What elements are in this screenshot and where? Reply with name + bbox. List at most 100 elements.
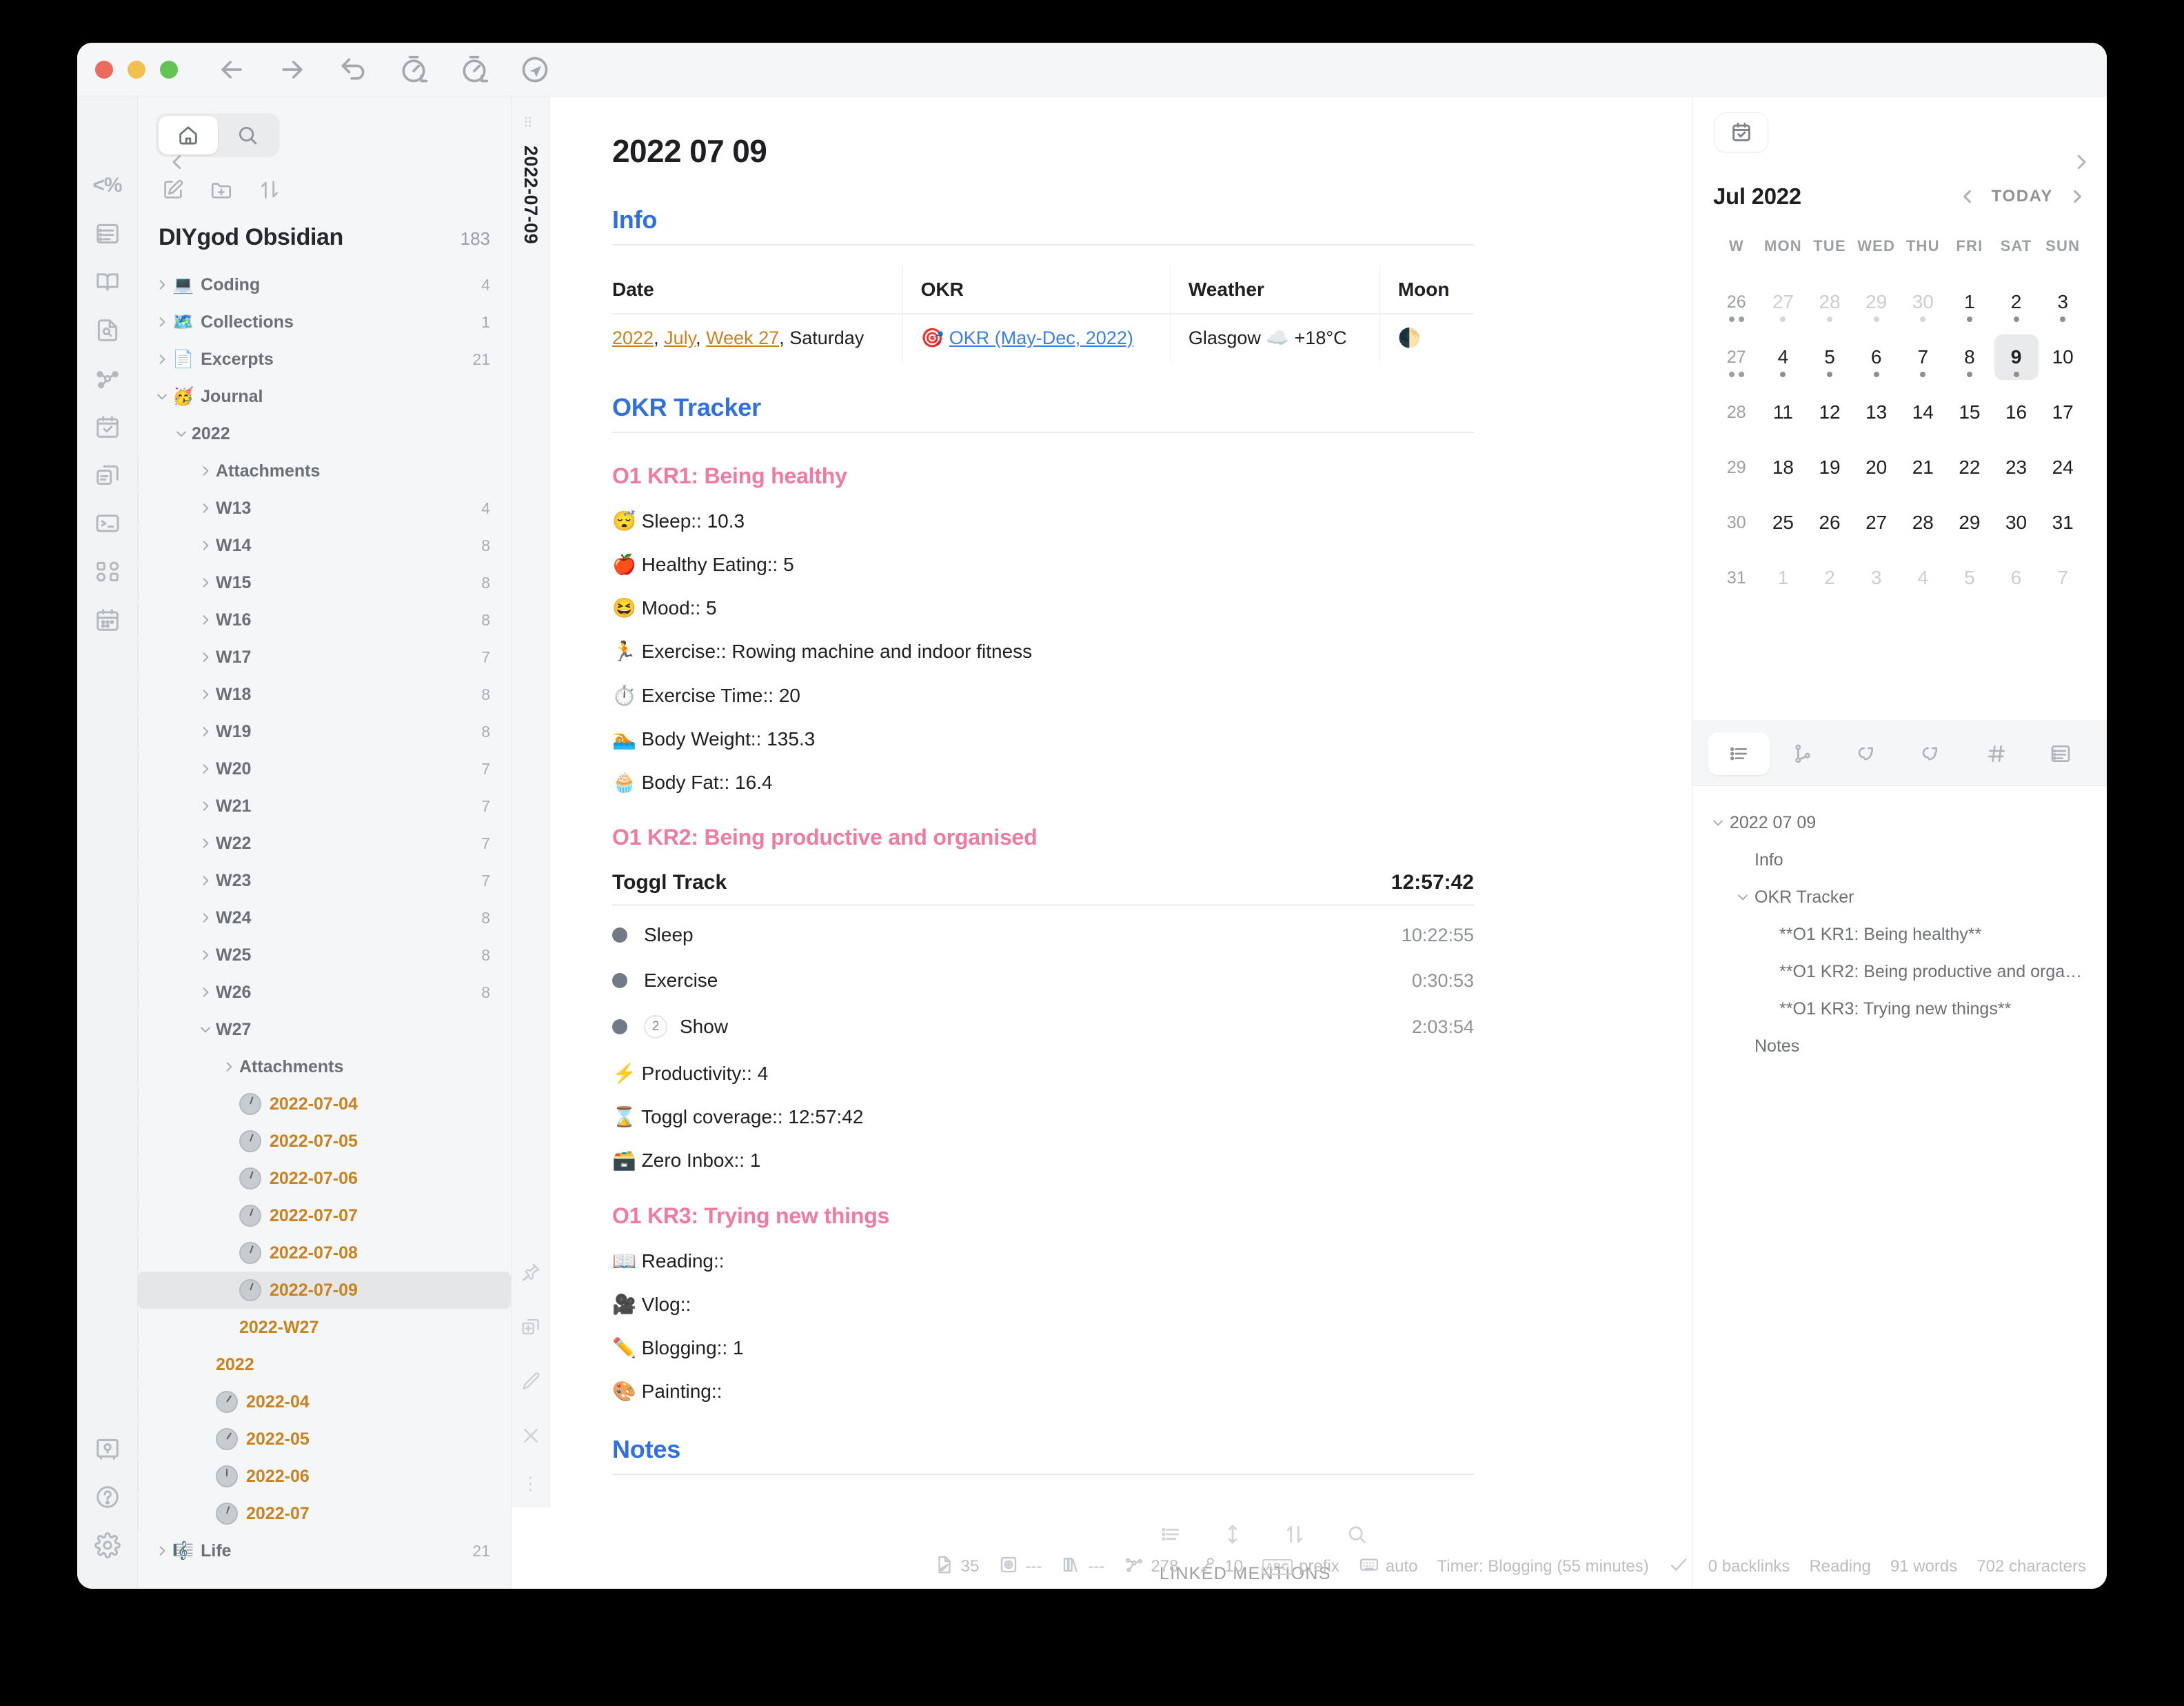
copy-panes-icon[interactable] [83, 451, 132, 499]
calendar-day[interactable]: 1 [1760, 550, 1807, 605]
tree-folder-attachments[interactable]: Attachments [138, 452, 511, 490]
timer-edit-a-icon[interactable] [396, 52, 432, 88]
calendar-day[interactable]: 28 [1900, 495, 1947, 550]
document-scroll-area[interactable]: 2022 07 09 Info Date OKR Weather Moon 20… [550, 97, 1692, 1507]
tree-folder-w17[interactable]: W17 7 [138, 639, 511, 676]
navigate-circle-icon[interactable] [517, 52, 553, 88]
chevron-right-icon[interactable] [195, 985, 216, 999]
calendar-day[interactable]: 2 [1806, 550, 1853, 605]
tree-folder-w13[interactable]: W13 4 [138, 490, 511, 527]
calendar-day[interactable]: 14 [1900, 385, 1947, 440]
chevron-down-icon[interactable] [152, 390, 172, 403]
tags-icon[interactable] [1965, 732, 2028, 775]
outline-item[interactable]: OKR Tracker [1706, 879, 2093, 916]
chevron-down-icon[interactable] [1706, 816, 1730, 830]
calendar-day[interactable]: 13 [1853, 385, 1900, 440]
calendar-week-number[interactable]: 31 [1713, 550, 1760, 605]
tree-folder-w18[interactable]: W18 8 [138, 676, 511, 713]
chevron-right-icon[interactable] [195, 688, 216, 701]
tree-file-2022-07-09[interactable]: 2022-07-09 [138, 1272, 511, 1309]
calendar-day[interactable]: 30 [1900, 274, 1947, 330]
link-week[interactable]: Week 27 [706, 328, 779, 348]
book-icon[interactable] [83, 258, 132, 306]
collapse-right-sidebar-icon[interactable] [2071, 152, 2092, 176]
link-okr[interactable]: OKR (May-Dec, 2022) [949, 328, 1133, 348]
tree-file-2022-w27[interactable]: 2022-W27 [138, 1309, 511, 1346]
outline-item[interactable]: **O1 KR1: Being healthy** [1706, 916, 2093, 953]
calendar-day[interactable]: 30 [1993, 495, 2040, 550]
link-month[interactable]: July [664, 328, 696, 348]
tree-folder-w19[interactable]: W19 8 [138, 713, 511, 750]
outline-item[interactable]: **O1 KR3: Trying new things** [1706, 990, 2093, 1027]
tab-title[interactable]: 2022-07-09 [520, 145, 541, 244]
today-button[interactable]: TODAY [1992, 187, 2053, 206]
tree-folder-life[interactable]: 🎼 Life 21 [138, 1532, 511, 1569]
sort-updown-icon[interactable] [1284, 1523, 1306, 1549]
chevron-right-icon[interactable] [195, 725, 216, 739]
vault-icon[interactable] [83, 1425, 132, 1473]
calendar-day[interactable]: 1 [1946, 274, 1993, 330]
tree-file-2022-05[interactable]: 2022-05 [138, 1421, 511, 1458]
calendar-day[interactable]: 7 [2039, 550, 2086, 605]
tree-folder-w21[interactable]: W21 7 [138, 787, 511, 825]
tree-folder-w22[interactable]: W22 7 [138, 825, 511, 862]
calendar-day[interactable]: 11 [1760, 385, 1807, 440]
chevron-right-icon[interactable] [195, 948, 216, 962]
new-folder-icon[interactable] [210, 178, 233, 205]
calendar-day[interactable]: 6 [1853, 330, 1900, 385]
calendar-day[interactable]: 4 [1900, 550, 1947, 605]
tree-folder-excerpts[interactable]: 📄 Excerpts 21 [138, 341, 511, 378]
calendar-days-icon[interactable] [83, 596, 132, 644]
tree-file-2022-07-07[interactable]: 2022-07-07 [138, 1197, 511, 1234]
calendar-day[interactable]: 24 [2039, 440, 2086, 495]
calendar-day[interactable]: 29 [1853, 274, 1900, 330]
calendar-check-icon[interactable] [83, 403, 132, 451]
close-window-button[interactable] [95, 60, 113, 79]
chevron-right-icon[interactable] [219, 1060, 239, 1074]
calendar-day[interactable]: 3 [2039, 274, 2086, 330]
tree-folder-w26[interactable]: W26 8 [138, 974, 511, 1011]
pin-icon[interactable] [520, 1262, 541, 1286]
tree-file-2022-07-08[interactable]: 2022-07-08 [138, 1234, 511, 1272]
calendar-day[interactable]: 5 [1806, 330, 1853, 385]
calendar-day[interactable]: 22 [1946, 440, 1993, 495]
chevron-right-icon[interactable] [195, 762, 216, 776]
tree-file-2022-07[interactable]: 2022-07 [138, 1495, 511, 1532]
tree-file-2022[interactable]: 2022 [138, 1346, 511, 1383]
timer-edit-b-icon[interactable] [456, 52, 492, 88]
calendar-day[interactable]: 29 [1946, 495, 1993, 550]
calendar-day[interactable]: 12 [1806, 385, 1853, 440]
outline-item[interactable]: 2022 07 09 [1706, 804, 2093, 841]
tree-folder-attachments[interactable]: Attachments [138, 1048, 511, 1085]
tree-folder-w15[interactable]: W15 8 [138, 564, 511, 601]
tree-folder-journal[interactable]: 🥳 Journal [138, 378, 511, 415]
more-dots-icon[interactable]: ⋮ [522, 1474, 540, 1492]
list-icon[interactable] [1160, 1523, 1182, 1549]
collapse-left-sidebar-icon[interactable] [167, 152, 188, 176]
calendar-day[interactable]: 18 [1760, 440, 1807, 495]
graph-icon[interactable] [83, 354, 132, 403]
chevron-right-icon[interactable] [195, 576, 216, 590]
chevron-right-icon[interactable] [195, 874, 216, 887]
undo-arrow-icon[interactable] [335, 52, 371, 88]
tree-file-2022-07-05[interactable]: 2022-07-05 [138, 1123, 511, 1160]
tree-folder-collections[interactable]: 🗺️ Collections 1 [138, 303, 511, 341]
add-pane-icon[interactable] [520, 1316, 541, 1341]
calendar-day[interactable]: 19 [1806, 440, 1853, 495]
chevron-right-icon[interactable] [152, 1544, 172, 1558]
calendar-check-icon[interactable] [1715, 112, 1768, 152]
outline-item[interactable]: Notes [1706, 1027, 2093, 1065]
chevron-down-icon[interactable] [171, 427, 192, 441]
tree-folder-w27[interactable]: W27 [138, 1011, 511, 1048]
calendar-day[interactable]: 8 [1946, 330, 1993, 385]
calendar-day[interactable]: 2 [1993, 274, 2040, 330]
tree-folder-w25[interactable]: W25 8 [138, 936, 511, 974]
calendar-day[interactable]: 25 [1760, 495, 1807, 550]
new-note-icon[interactable] [161, 178, 185, 205]
calendar-week-number[interactable]: 26 [1713, 274, 1760, 330]
calendar-week-number[interactable]: 30 [1713, 495, 1760, 550]
calendar-day[interactable]: 27 [1853, 495, 1900, 550]
tree-folder-coding[interactable]: 💻 Coding 4 [138, 266, 511, 303]
chevron-right-icon[interactable] [152, 315, 172, 329]
maximize-window-button[interactable] [160, 60, 178, 79]
